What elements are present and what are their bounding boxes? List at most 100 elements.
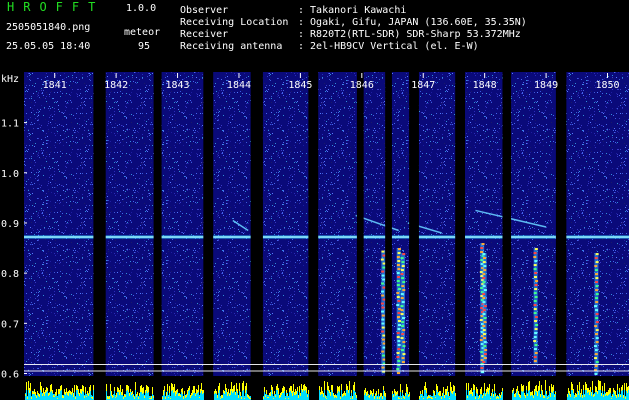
amplitude-bar-yellow [198, 385, 199, 392]
amplitude-bar-yellow [300, 393, 301, 396]
amplitude-bar-yellow [571, 382, 572, 390]
amplitude-bar-yellow [239, 383, 240, 391]
amplitude-bar-yellow [173, 387, 174, 393]
amplitude-bar-yellow [197, 390, 198, 393]
amplitude-bar-yellow [520, 395, 521, 398]
amplitude-bar-yellow [621, 387, 622, 391]
amplitude-bar-yellow [320, 392, 321, 395]
amplitude-bar-yellow [183, 396, 184, 399]
amplitude-bar-yellow [290, 386, 291, 391]
amplitude-bar-yellow [247, 394, 248, 397]
amplitude-bar-yellow [308, 390, 309, 394]
meteor-echo-blob [533, 252, 537, 255]
amplitude-bar-yellow [127, 385, 128, 390]
meteor-echo-blob [483, 305, 487, 308]
meteor-echo-blob [595, 285, 599, 288]
amplitude-bar-yellow [91, 397, 92, 398]
amplitude-bar-yellow [217, 395, 218, 398]
amplitude-bar-yellow [393, 395, 394, 397]
amplitude-bar-yellow [440, 391, 441, 396]
meteor-echo-blob [401, 325, 405, 328]
amplitude-bar-yellow [194, 386, 195, 393]
amplitude-bar-yellow [304, 384, 305, 391]
amplitude-bar-yellow [326, 398, 327, 399]
amplitude-bar-yellow [266, 390, 267, 394]
meteor-echo-blob [382, 334, 386, 337]
amplitude-bar-yellow [396, 392, 397, 395]
amplitude-bar-yellow [88, 394, 89, 396]
meteor-echo-blob [482, 325, 486, 328]
amplitude-bar-yellow [534, 389, 535, 395]
meteor-echo-blob [381, 366, 385, 369]
amplitude-bar-yellow [337, 386, 338, 393]
amplitude-bar-yellow [454, 386, 455, 391]
amplitude-bar-yellow [271, 385, 272, 390]
amplitude-bar-yellow [519, 394, 520, 397]
amplitude-bar-yellow [115, 397, 116, 398]
amplitude-bar-yellow [267, 397, 268, 398]
meteor-echo-blob [380, 258, 384, 261]
meteor-echo-blob [397, 360, 401, 363]
amplitude-bar-yellow [58, 389, 59, 394]
amplitude-bar-yellow [477, 389, 478, 394]
meteor-echo-blob [482, 285, 486, 288]
amplitude-bar-yellow [598, 380, 599, 390]
amplitude-bar-yellow [277, 384, 278, 390]
meteor-echo-blob [534, 284, 538, 287]
amplitude-bar-yellow [438, 393, 439, 395]
meteor-echo-blob [381, 310, 385, 313]
amplitude-bar-yellow [321, 387, 322, 394]
amplitude-bar-yellow [447, 386, 448, 391]
amplitude-bar-yellow [499, 394, 500, 396]
amplitude-bar-yellow [408, 395, 409, 397]
meteor-echo-blob [396, 284, 400, 287]
meteor-echo-blob [534, 248, 538, 251]
amplitude-bar-yellow [482, 396, 483, 398]
meteor-echo-blob [533, 268, 537, 271]
amplitude-bar-yellow [403, 396, 404, 398]
amplitude-bar-yellow [234, 385, 235, 391]
amplitude-bar-yellow [52, 390, 53, 393]
meteor-echo-blob [595, 317, 599, 320]
meteor-echo-blob [533, 340, 537, 343]
x-tick-label: 1850 [595, 80, 619, 91]
amplitude-bar-yellow [610, 388, 611, 393]
amplitude-bar-yellow [581, 389, 582, 394]
amplitude-bar-yellow [339, 386, 340, 392]
amplitude-bar-yellow [455, 393, 456, 396]
meteor-echo-blob [595, 301, 599, 304]
amplitude-bar-yellow [37, 391, 38, 394]
amplitude-bar-yellow [164, 386, 165, 391]
amplitude-bar-yellow [35, 392, 36, 396]
amplitude-bar-yellow [475, 397, 476, 399]
meteor-echo-blob [396, 280, 400, 283]
meteor-echo-blob [484, 349, 488, 352]
file-name: 2505051840.png [6, 22, 91, 33]
amplitude-bar-yellow [399, 398, 400, 399]
amplitude-bar-yellow [319, 386, 320, 390]
amplitude-bar-yellow [152, 387, 153, 394]
amplitude-bar-yellow [25, 394, 26, 396]
amplitude-bar-yellow [109, 396, 110, 399]
meteor-echo-blob [397, 312, 401, 315]
amplitude-bar-yellow [135, 382, 136, 390]
amplitude-bar-yellow [618, 394, 619, 397]
amplitude-bar-yellow [224, 391, 225, 394]
amplitude-bar-yellow [77, 386, 78, 390]
meteor-echo-blob [594, 365, 598, 368]
amplitude-bar-yellow [228, 389, 229, 394]
amplitude-bar-yellow [426, 388, 427, 393]
meteor-echo-blob [479, 271, 483, 274]
amplitude-bar-yellow [434, 391, 435, 396]
amplitude-bar-yellow [243, 381, 244, 390]
amplitude-bar-yellow [341, 384, 342, 390]
amplitude-bar-yellow [345, 393, 346, 396]
amplitude-bar-yellow [537, 391, 538, 396]
amplitude-bar-yellow [612, 395, 613, 397]
meteor-echo-blob [482, 333, 486, 336]
amplitude-bar-yellow [298, 395, 299, 398]
amplitude-bar-yellow [323, 393, 324, 397]
amplitude-bar-yellow [334, 395, 335, 398]
amplitude-bar-yellow [133, 395, 134, 397]
amplitude-bar-yellow [543, 395, 544, 398]
